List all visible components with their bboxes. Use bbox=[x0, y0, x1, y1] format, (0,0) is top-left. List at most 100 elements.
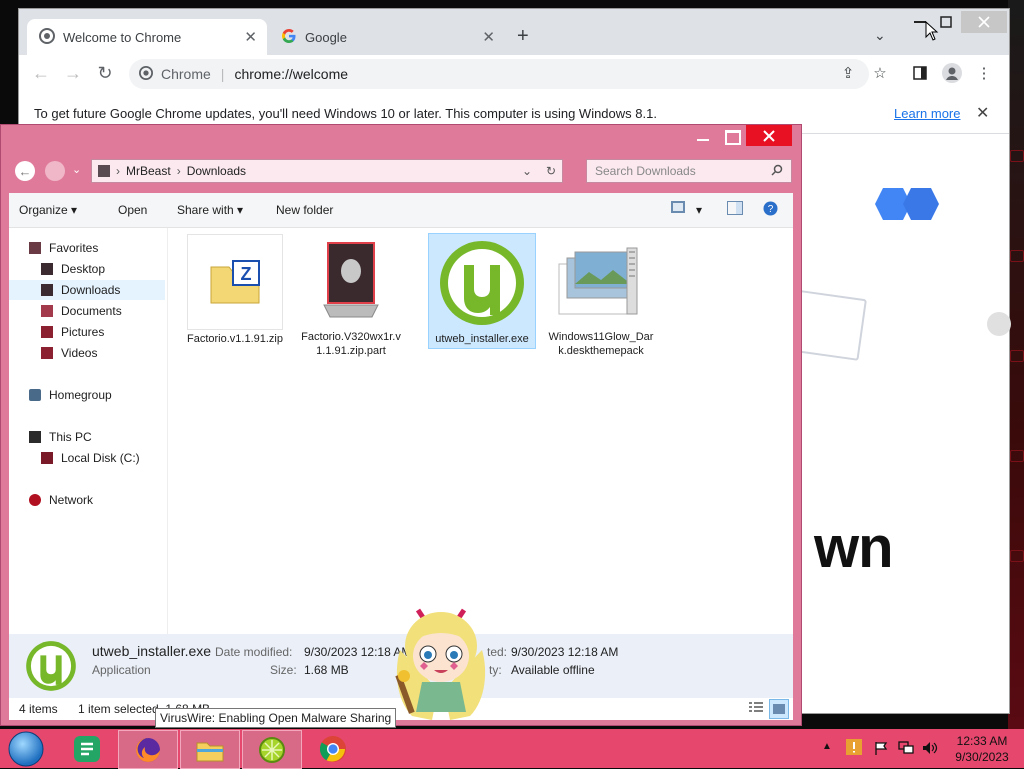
nav-label: Pictures bbox=[61, 325, 105, 339]
warning-tray-icon[interactable] bbox=[846, 739, 862, 758]
homegroup-icon bbox=[29, 389, 41, 401]
availability-value: Available offline bbox=[511, 663, 595, 677]
maximize-button[interactable] bbox=[725, 130, 741, 145]
back-button[interactable]: ← bbox=[29, 61, 53, 85]
nav-item-favorites[interactable]: Favorites bbox=[29, 238, 98, 258]
svg-text:Z: Z bbox=[241, 264, 252, 284]
google-docs-icon[interactable] bbox=[58, 730, 116, 767]
profile-avatar[interactable] bbox=[941, 62, 963, 84]
more-menu-icon[interactable]: ⋮ bbox=[973, 62, 995, 84]
chevron-down-icon[interactable]: ⌄ bbox=[522, 164, 532, 178]
bookmark-star-icon[interactable]: ☆ bbox=[869, 62, 891, 84]
clock-time: 12:33 AM bbox=[956, 734, 1008, 748]
tab-strip: Welcome to Chrome ✕ Google ✕ + ⌄ bbox=[19, 9, 1009, 55]
close-tab-icon[interactable]: ✕ bbox=[244, 28, 257, 46]
large-icons-view-icon[interactable] bbox=[769, 699, 789, 719]
nav-item-pictures[interactable]: Pictures bbox=[41, 322, 104, 342]
chrome-icon[interactable] bbox=[304, 730, 362, 767]
preview-pane-icon[interactable] bbox=[727, 201, 743, 218]
file-item[interactable]: Z Factorio.v1.1.91.zip bbox=[182, 234, 288, 346]
system-clock[interactable]: 12:33 AM 9/30/2023 bbox=[950, 733, 1014, 765]
nav-item-documents[interactable]: Documents bbox=[41, 301, 122, 321]
new-tab-button[interactable]: + bbox=[517, 25, 529, 48]
help-icon[interactable]: ? bbox=[763, 201, 778, 219]
new-folder-button[interactable]: New folder bbox=[276, 203, 333, 217]
forward-button[interactable]: → bbox=[61, 61, 85, 85]
search-input[interactable]: Search Downloads bbox=[586, 159, 792, 183]
file-item[interactable]: Windows11Glow_Dark.deskthemepack bbox=[548, 234, 654, 358]
tab-google[interactable]: Google ✕ bbox=[269, 19, 505, 55]
file-name: Factorio.v1.1.91.zip bbox=[187, 333, 283, 345]
start-orb-icon[interactable] bbox=[0, 730, 52, 767]
close-window-button[interactable] bbox=[746, 125, 792, 146]
volume-icon[interactable] bbox=[922, 741, 938, 758]
chevron-down-icon[interactable]: ⌄ bbox=[874, 27, 886, 44]
file-explorer-icon[interactable] bbox=[180, 730, 240, 769]
network-tray-icon[interactable] bbox=[898, 741, 914, 758]
close-infobar-icon[interactable]: ✕ bbox=[976, 103, 989, 123]
reload-button[interactable]: ↻ bbox=[93, 61, 117, 85]
nav-item-homegroup[interactable]: Homegroup bbox=[29, 385, 112, 405]
tab-label: Welcome to Chrome bbox=[63, 29, 182, 45]
forward-button[interactable] bbox=[45, 161, 65, 181]
chevron-down-icon[interactable]: ▾ bbox=[696, 203, 702, 217]
side-panel-icon[interactable] bbox=[909, 62, 931, 84]
omnibox-origin-label: Chrome bbox=[161, 66, 211, 82]
chrome-icon bbox=[139, 65, 153, 83]
zip-archive-icon: Z bbox=[187, 234, 283, 330]
themepack-icon bbox=[554, 234, 648, 328]
nav-item-videos[interactable]: Videos bbox=[41, 343, 97, 363]
organize-button[interactable]: Organize ▾ bbox=[19, 203, 77, 217]
breadcrumb-item[interactable]: MrBeast bbox=[126, 164, 171, 178]
nav-label: Documents bbox=[61, 304, 122, 318]
nav-item-this-pc[interactable]: This PC bbox=[29, 427, 92, 447]
nav-item-local-disk[interactable]: Local Disk (C:) bbox=[41, 448, 140, 468]
hex-pattern bbox=[1010, 550, 1024, 562]
file-name: utweb_installer.exe bbox=[435, 333, 529, 345]
share-icon[interactable]: ⇪ bbox=[837, 62, 859, 84]
share-with-button[interactable]: Share with ▾ bbox=[177, 203, 243, 217]
detail-file-name: utweb_installer.exe bbox=[92, 643, 212, 659]
breadcrumb-item[interactable]: Downloads bbox=[187, 164, 246, 178]
close-tab-icon[interactable]: ✕ bbox=[482, 28, 495, 46]
change-view-icon[interactable] bbox=[671, 201, 685, 216]
welcome-illustration-dot bbox=[987, 312, 1011, 336]
search-icon[interactable] bbox=[771, 164, 783, 179]
lime-app-icon[interactable] bbox=[242, 730, 302, 769]
nav-item-downloads[interactable]: Downloads bbox=[9, 280, 165, 300]
utorrent-icon bbox=[25, 640, 77, 695]
desktop-character-image bbox=[388, 600, 494, 731]
omnibox[interactable]: Chrome | chrome://welcome bbox=[129, 59, 869, 89]
detail-file-type: Application bbox=[92, 663, 151, 677]
videos-folder-icon bbox=[41, 347, 53, 359]
close-window-button[interactable] bbox=[961, 11, 1007, 33]
address-bar[interactable]: › MrBeast › Downloads ⌄ ↻ bbox=[91, 159, 563, 183]
flag-icon[interactable] bbox=[874, 741, 888, 758]
nav-item-desktop[interactable]: Desktop bbox=[41, 259, 105, 279]
clock-date: 9/30/2023 bbox=[955, 750, 1009, 764]
file-item[interactable]: Factorio.V320wx1r.v1.1.91.zip.part bbox=[298, 234, 404, 358]
details-view-icon[interactable] bbox=[749, 702, 763, 717]
chevron-down-icon[interactable]: ⌄ bbox=[72, 163, 81, 176]
nav-item-network[interactable]: Network bbox=[29, 490, 93, 510]
date-created-value: 9/30/2023 12:18 AM bbox=[511, 645, 619, 659]
documents-folder-icon bbox=[41, 305, 53, 317]
learn-more-link[interactable]: Learn more bbox=[894, 106, 960, 121]
explorer-navbar: ← ⌄ › MrBeast › Downloads ⌄ ↻ Search Dow… bbox=[9, 155, 793, 187]
show-hidden-icons-icon[interactable]: ▲ bbox=[822, 741, 832, 752]
minimize-button[interactable] bbox=[697, 139, 709, 141]
nav-label: Local Disk (C:) bbox=[61, 451, 140, 465]
nav-label: Favorites bbox=[49, 241, 99, 255]
firefox-icon[interactable] bbox=[118, 730, 178, 769]
star-folder-icon bbox=[29, 242, 41, 254]
pictures-folder-icon bbox=[41, 326, 53, 338]
hex-pattern bbox=[1010, 350, 1024, 362]
refresh-icon[interactable]: ↻ bbox=[546, 164, 556, 178]
file-item-selected[interactable]: utweb_installer.exe bbox=[428, 233, 536, 349]
tab-welcome[interactable]: Welcome to Chrome ✕ bbox=[27, 19, 267, 55]
back-button[interactable]: ← bbox=[15, 161, 35, 181]
desktop-background bbox=[1008, 0, 1024, 730]
hex-pattern bbox=[1010, 450, 1024, 462]
date-modified-label: Date modified: bbox=[215, 645, 293, 659]
open-button[interactable]: Open bbox=[118, 203, 147, 217]
